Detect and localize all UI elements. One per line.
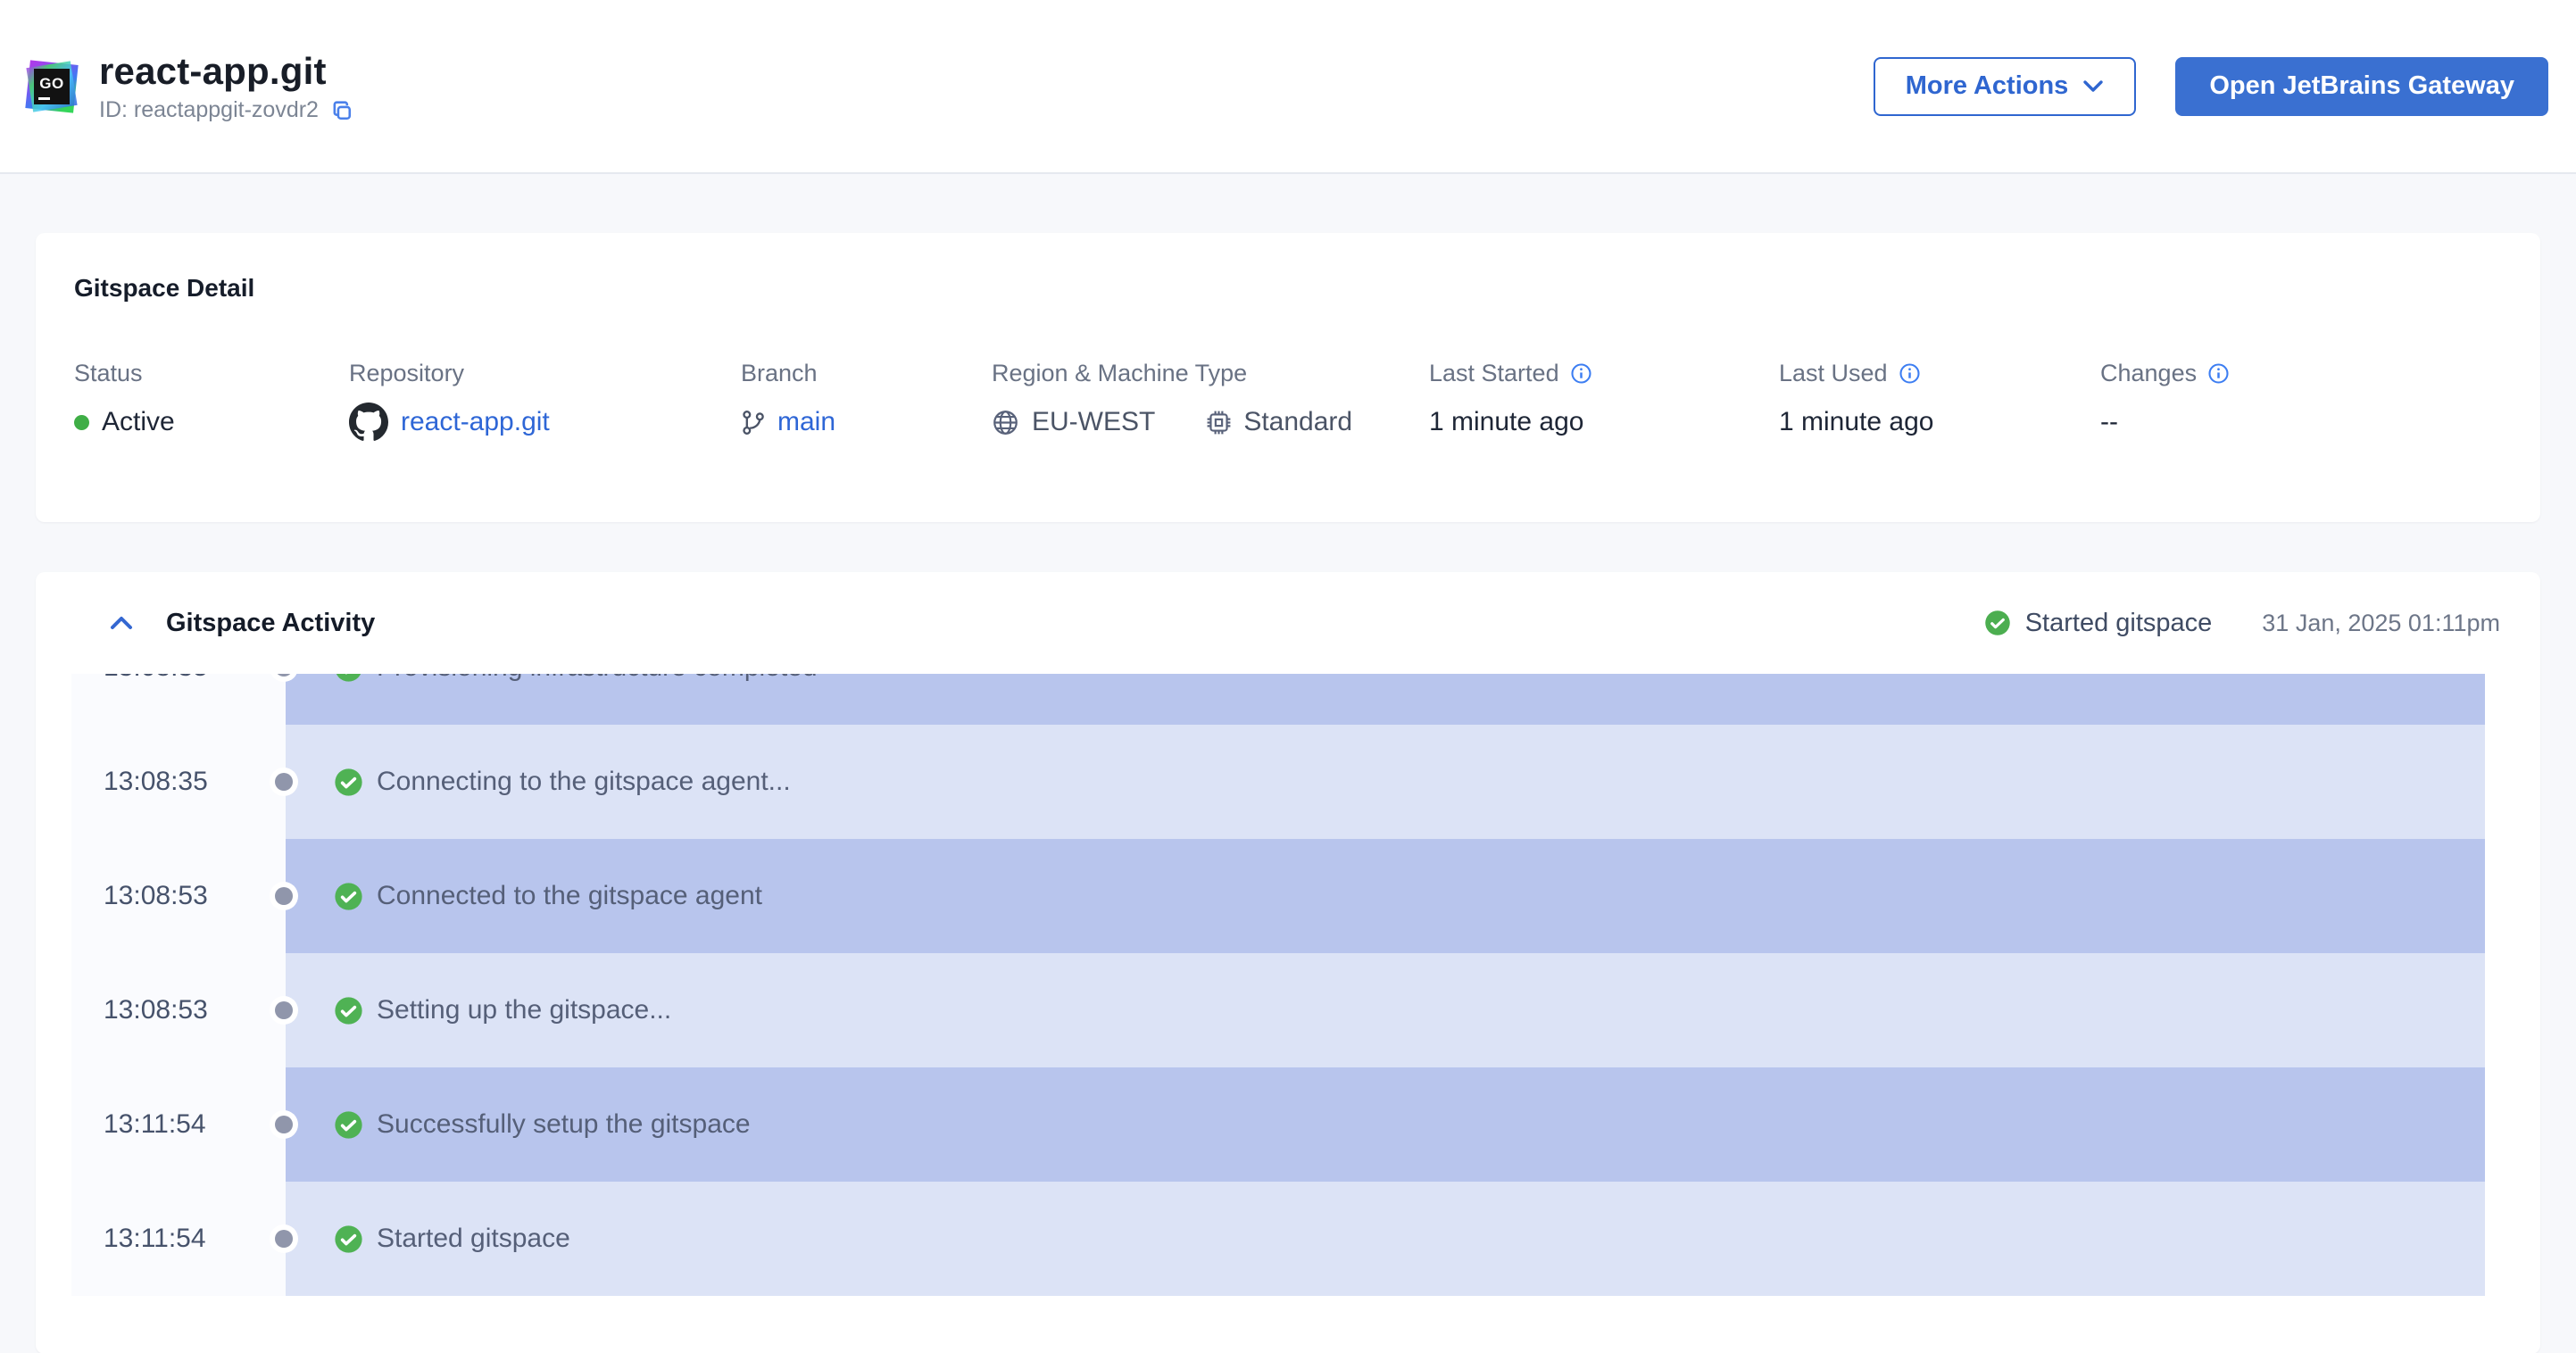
check-circle-icon (335, 1110, 362, 1139)
activity-log-scroll-area[interactable]: 13:08:35 Provisioning infrastructure com… (71, 674, 2485, 1298)
log-message: Started gitspace (377, 1224, 570, 1253)
last-used-value: 1 minute ago (1779, 407, 1934, 436)
log-row[interactable]: 13:11:54 Successfully setup the gitspace (71, 1067, 2485, 1182)
field-changes: Changes -- (2100, 358, 2230, 442)
branch-label: Branch (741, 360, 818, 386)
check-circle-icon (1984, 610, 2010, 635)
log-message-cell: Connected to the gitspace agent (286, 839, 2485, 953)
open-jetbrains-gateway-button[interactable]: Open JetBrains Gateway (2175, 56, 2548, 116)
log-message-cell: Setting up the gitspace... (286, 953, 2485, 1067)
log-message-cell: Successfully setup the gitspace (286, 1067, 2485, 1182)
log-message: Successfully setup the gitspace (377, 1109, 751, 1139)
repository-label: Repository (349, 360, 465, 386)
log-row[interactable]: 13:08:35 Connecting to the gitspace agen… (71, 725, 2485, 839)
activity-title: Gitspace Activity (166, 608, 376, 637)
chevron-up-icon (111, 617, 132, 629)
info-circle-icon[interactable] (2207, 362, 2230, 385)
region-value: EU-WEST (1032, 407, 1156, 436)
timeline-dot-icon (275, 773, 293, 791)
active-status-dot-icon (74, 414, 89, 430)
activity-log-list: 13:08:35 Provisioning infrastructure com… (71, 674, 2485, 1296)
title-block: react-app.git ID: reactappgit-zovdr2 (99, 49, 354, 123)
repository-link[interactable]: react-app.git (401, 407, 550, 437)
log-message: Connected to the gitspace agent (377, 881, 762, 910)
more-actions-label: More Actions (1905, 71, 2069, 100)
timeline-dot-icon (275, 1116, 293, 1133)
status-value: Active (102, 407, 175, 436)
log-time: 13:11:54 (71, 1067, 286, 1182)
log-row[interactable]: 13:08:53 Connected to the gitspace agent (71, 839, 2485, 953)
changes-value: -- (2100, 407, 2118, 436)
chevron-down-icon (2083, 80, 2104, 92)
check-circle-icon (335, 1224, 362, 1253)
log-time: 13:08:53 (71, 953, 286, 1067)
log-row[interactable]: 13:08:53 Setting up the gitspace... (71, 953, 2485, 1067)
check-circle-icon (335, 768, 362, 796)
field-last-used: Last Used 1 minute ago (1779, 358, 1933, 442)
check-circle-icon (335, 882, 362, 910)
more-actions-button[interactable]: More Actions (1873, 56, 2137, 116)
log-time: 13:08:35 (71, 725, 286, 839)
cpu-icon (1207, 411, 1231, 434)
goland-gradient-logo-icon: GO (25, 59, 79, 113)
info-circle-icon[interactable] (1570, 362, 1592, 385)
last-started-label: Last Started (1429, 360, 1559, 386)
info-circle-icon[interactable] (1899, 362, 1921, 385)
detail-card-title: Gitspace Detail (74, 274, 255, 302)
log-message: Provisioning infrastructure completed (377, 674, 818, 683)
log-message-cell: Started gitspace (286, 1182, 2485, 1296)
log-message: Connecting to the gitspace agent... (377, 767, 791, 796)
activity-timestamp: 31 Jan, 2025 01:11pm (2262, 609, 2500, 636)
check-circle-icon (335, 996, 362, 1025)
activity-status: Started gitspace 31 Jan, 2025 01:11pm (1984, 609, 2500, 638)
field-branch: Branch main (741, 358, 835, 442)
log-time: 13:08:35 (71, 674, 286, 725)
field-last-started: Last Started 1 minute ago (1429, 358, 1592, 442)
log-message-cell: Provisioning infrastructure completed (286, 674, 2485, 725)
status-label: Status (74, 360, 143, 386)
page-title: react-app.git (99, 50, 327, 92)
github-icon (349, 403, 388, 441)
log-row[interactable]: 13:11:54 Started gitspace (71, 1182, 2485, 1296)
last-started-value: 1 minute ago (1429, 407, 1584, 436)
log-message: Setting up the gitspace... (377, 995, 672, 1025)
timeline-dot-icon (275, 1001, 293, 1019)
activity-header: Gitspace Activity Started gitspace 31 Ja… (36, 572, 2540, 674)
open-gateway-label: Open JetBrains Gateway (2209, 71, 2514, 100)
gitspace-id: ID: reactappgit-zovdr2 (99, 97, 319, 122)
field-repository: Repository react-app.git (349, 358, 550, 442)
app-header: GO react-app.git ID: reactappgit-zovdr2 … (0, 0, 2576, 174)
globe-icon (993, 410, 1018, 435)
field-region-machine: Region & Machine Type EU-WEST Standard (992, 358, 1352, 442)
activity-status-label: Started gitspace (2024, 608, 2213, 637)
collapse-activity-toggle[interactable] (109, 613, 136, 633)
copy-icon[interactable] (329, 98, 354, 123)
check-circle-icon (337, 674, 361, 682)
log-row[interactable]: 13:08:35 Provisioning infrastructure com… (71, 674, 2485, 725)
timeline-dot-icon (275, 1230, 293, 1248)
gitspace-detail-card: Gitspace Detail Status Active Repository… (36, 233, 2540, 522)
branch-link[interactable]: main (777, 407, 835, 437)
timeline-dot-icon (275, 887, 293, 905)
region-machine-label: Region & Machine Type (992, 360, 1248, 386)
log-time: 13:11:54 (71, 1182, 286, 1296)
log-message-cell: Connecting to the gitspace agent... (286, 725, 2485, 839)
last-used-label: Last Used (1779, 360, 1888, 386)
field-status: Status Active (74, 358, 175, 442)
git-branch-icon (743, 410, 764, 435)
changes-label: Changes (2100, 360, 2198, 386)
machine-type-value: Standard (1243, 407, 1353, 436)
log-time: 13:08:53 (71, 839, 286, 953)
gitspace-activity-card: Gitspace Activity Started gitspace 31 Ja… (36, 572, 2540, 1353)
